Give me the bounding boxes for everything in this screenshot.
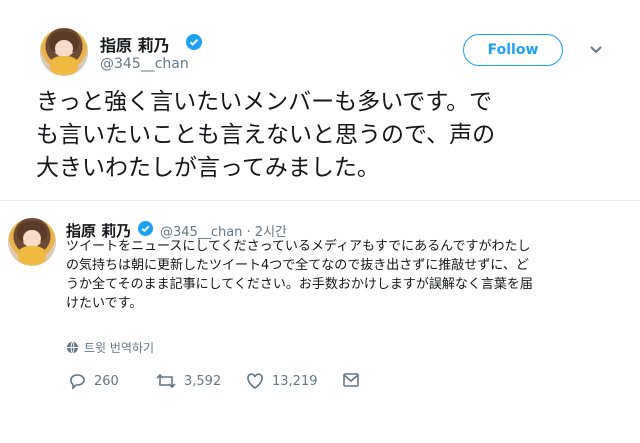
tweet-text-line: きっと強く言いたいメンバーも多いです。で: [36, 89, 493, 115]
retweet-icon: [156, 373, 176, 389]
follow-button[interactable]: Follow: [463, 34, 563, 66]
like-action[interactable]: 13,219: [246, 372, 318, 390]
globe-icon: [66, 341, 79, 354]
message-icon: [343, 373, 359, 387]
translate-tweet-link[interactable]: 트윗 번역하기: [66, 339, 154, 356]
author-handle[interactable]: @345__chan: [100, 56, 189, 72]
reply-icon: [70, 374, 85, 390]
quoted-text-line: の気持ちは朝に更新したツイート4つで全てなので抜き出さずに推敲せずに、ど: [66, 258, 529, 273]
like-count: 13,219: [272, 373, 318, 389]
quoted-text-line: うか全てそのまま記事にしてください。お手数おかけしますが誤解なく言葉を届: [66, 277, 533, 292]
tweet-text: きっと強く言いたいメンバーも多いです。で も言いたいことも言えないと思うので、声…: [36, 86, 616, 185]
verified-badge-icon: [186, 34, 202, 50]
message-action[interactable]: [342, 372, 360, 388]
retweet-count: 3,592: [184, 373, 222, 389]
quoted-tweet-text: ツイートをニュースにしてくださっているメディアもすでにあるんですがわたし の気持…: [66, 237, 636, 313]
verified-badge-icon: [138, 221, 153, 236]
tweet-text-line: 大きいわたしが言ってみました。: [36, 155, 380, 181]
like-icon: [247, 373, 263, 389]
tweet-text-line: も言いたいことも言えないと思うので、声の: [36, 122, 496, 148]
author-name[interactable]: 指原 莉乃: [100, 32, 170, 56]
reply-action[interactable]: 260: [68, 372, 119, 390]
author-avatar[interactable]: [40, 28, 88, 76]
retweet-action[interactable]: 3,592: [156, 372, 221, 390]
reply-count: 260: [94, 373, 119, 389]
quoted-author-avatar[interactable]: [8, 218, 56, 266]
chevron-down-icon[interactable]: [588, 42, 604, 58]
quoted-text-line: ツイートをニュースにしてくださっているメディアもすでにあるんですがわたし: [66, 239, 531, 254]
divider: [0, 200, 640, 201]
translate-label[interactable]: 트윗 번역하기: [84, 339, 154, 356]
quoted-text-line: けたいです。: [66, 296, 143, 311]
